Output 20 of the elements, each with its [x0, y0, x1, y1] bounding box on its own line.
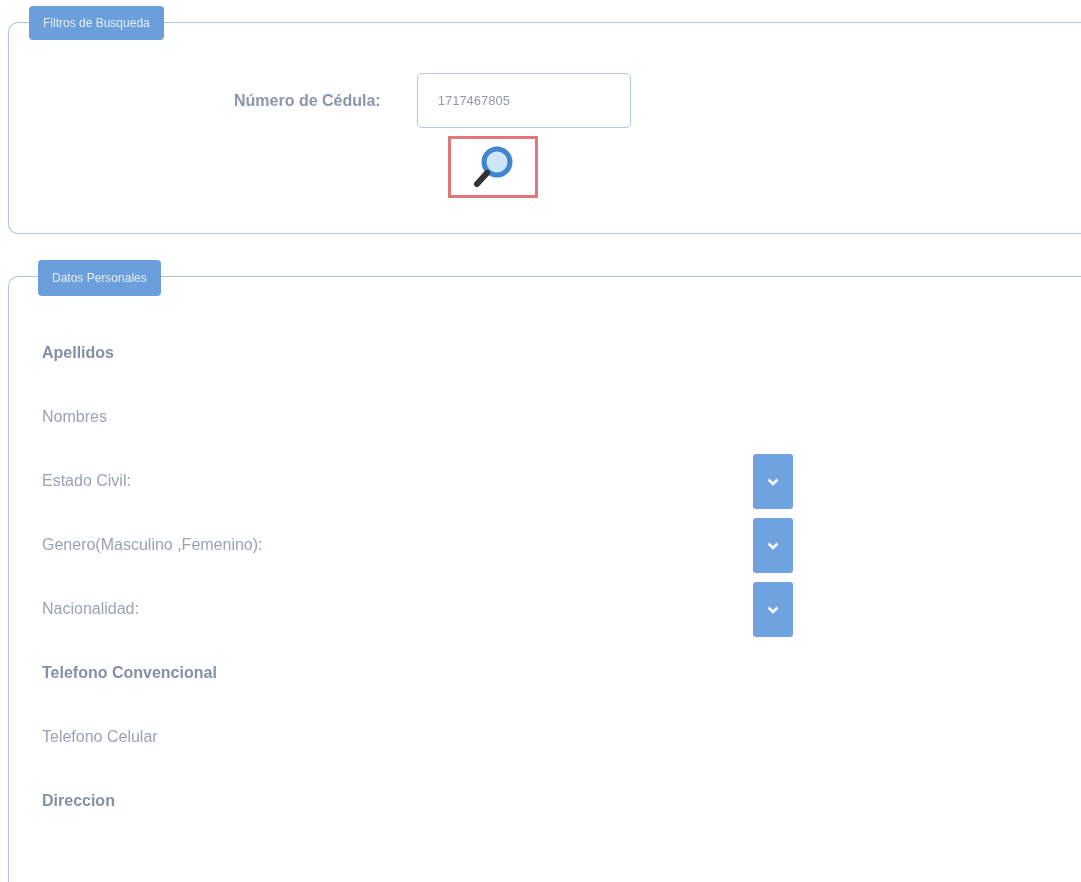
field-label: Telefono Celular: [42, 728, 158, 746]
field-label: Apellidos: [42, 344, 114, 362]
panel-legend: Datos Personales: [38, 260, 161, 296]
dropdown-button[interactable]: [753, 454, 793, 509]
field-label: Número de Cédula:: [234, 91, 381, 110]
chevron-down-icon: [767, 541, 779, 550]
field-label: Estado Civil:: [42, 472, 131, 490]
field-label: Direccion: [42, 792, 115, 810]
field-label: Nombres: [42, 408, 107, 426]
panel-legend: Filtros de Busqueda: [29, 6, 164, 40]
dropdown-button[interactable]: [753, 518, 793, 573]
chevron-down-icon: [767, 605, 779, 614]
field-label: Telefono Convencional: [42, 664, 217, 682]
chevron-down-icon: [767, 477, 779, 486]
field-label: Genero(Masculino ,Femenino):: [42, 536, 263, 554]
search-icon: [472, 145, 514, 189]
dropdown-button[interactable]: [753, 582, 793, 637]
field-label: Nacionalidad:: [42, 600, 139, 618]
id-number-field[interactable]: 1717467805: [416, 73, 631, 128]
search-button[interactable]: [448, 136, 538, 198]
